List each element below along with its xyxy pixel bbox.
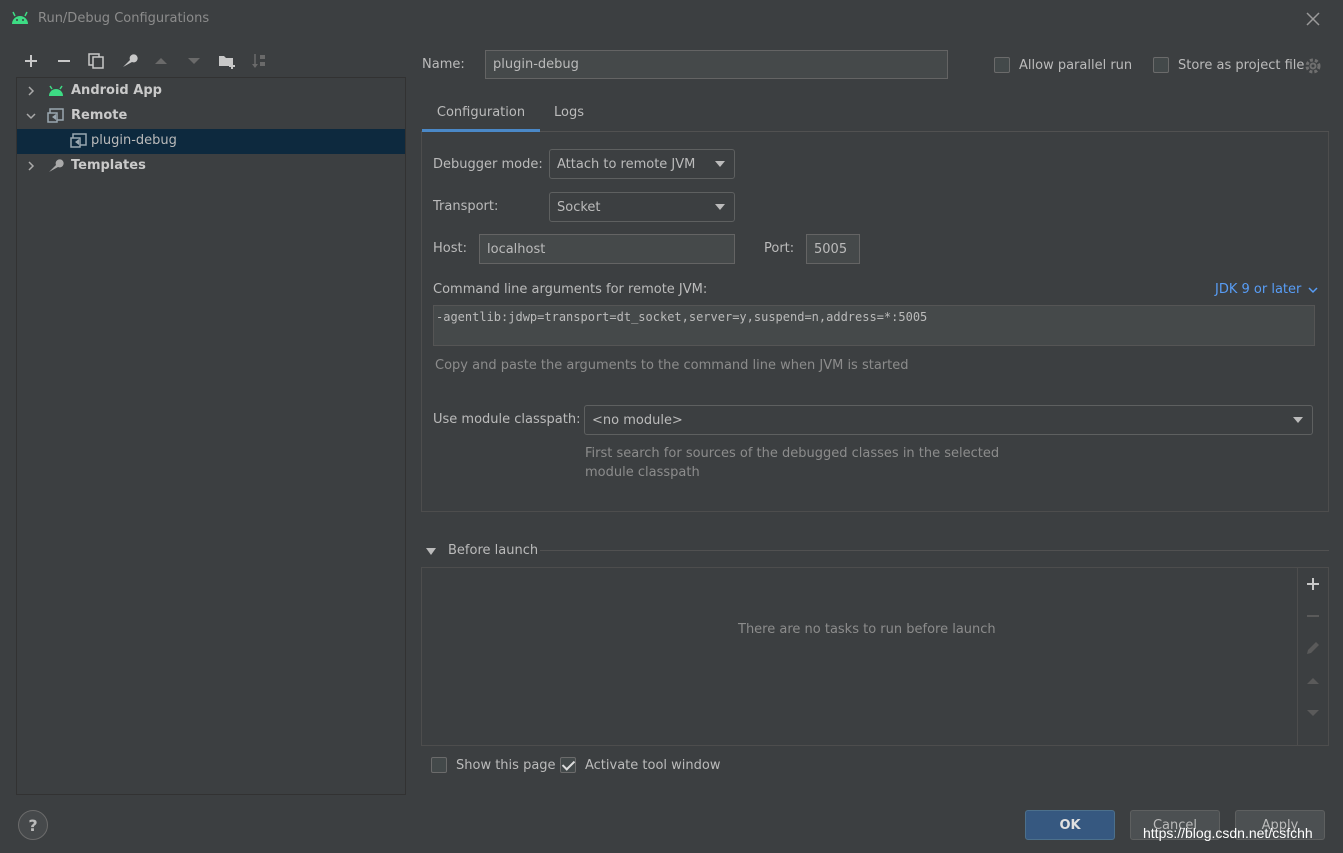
watermark-text: https://blog.csdn.net/csfchh (1143, 825, 1313, 841)
chevron-down-icon (715, 204, 725, 210)
edit-task-icon[interactable] (1304, 639, 1322, 657)
tree-item-label: Templates (71, 158, 146, 173)
ok-button[interactable]: OK (1025, 810, 1115, 840)
window-title: Run/Debug Configurations (38, 11, 210, 26)
new-folder-icon[interactable] (218, 52, 236, 70)
debugger-mode-select[interactable]: Attach to remote JVM (549, 149, 735, 179)
chevron-down-icon (1307, 286, 1318, 293)
chevron-down-icon (1293, 417, 1303, 423)
chevron-right-icon[interactable] (25, 85, 37, 97)
module-classpath-label: Use module classpath: (433, 412, 581, 427)
gear-icon[interactable] (1304, 57, 1322, 75)
port-input[interactable]: 5005 (806, 234, 860, 264)
cmdline-args-textarea[interactable]: -agentlib:jdwp=transport=dt_socket,serve… (433, 305, 1315, 346)
tab-configuration[interactable]: Configuration (422, 98, 540, 132)
android-icon (10, 10, 30, 26)
debugger-mode-label: Debugger mode: (433, 157, 543, 172)
tree-item-label: plugin-debug (91, 133, 177, 148)
transport-select[interactable]: Socket (549, 192, 735, 222)
module-hint-line-1: First search for sources of the debugged… (585, 446, 1000, 461)
store-project-label: Store as project file (1178, 58, 1305, 73)
allow-parallel-checkbox[interactable] (994, 57, 1010, 73)
close-icon[interactable] (1304, 10, 1322, 28)
before-launch-title[interactable]: Before launch (448, 543, 538, 558)
store-project-checkbox[interactable] (1153, 57, 1169, 73)
move-down-icon[interactable] (185, 52, 203, 70)
module-classpath-value: <no module> (592, 412, 683, 428)
port-label: Port: (764, 241, 795, 256)
add-task-icon[interactable] (1304, 575, 1322, 593)
move-task-down-icon[interactable] (1304, 704, 1322, 722)
remove-icon[interactable] (55, 52, 73, 70)
remove-task-icon[interactable] (1304, 607, 1322, 625)
name-label: Name: (422, 57, 465, 72)
host-input[interactable]: localhost (479, 234, 735, 264)
tree-item-templates[interactable]: Templates (17, 154, 405, 179)
add-icon[interactable] (22, 52, 40, 70)
chevron-down-icon (715, 161, 725, 167)
sort-icon[interactable] (250, 52, 268, 70)
help-button[interactable]: ? (18, 810, 48, 840)
before-launch-task-list[interactable] (421, 567, 1329, 746)
remote-debug-icon (70, 133, 88, 149)
module-classpath-select[interactable]: <no module> (584, 405, 1313, 435)
tree-item-label: Remote (71, 108, 128, 123)
chevron-right-icon[interactable] (25, 160, 37, 172)
remote-debug-icon (47, 108, 65, 124)
show-page-checkbox[interactable] (431, 757, 447, 773)
collapse-triangle-icon[interactable] (425, 546, 437, 556)
wrench-icon (47, 158, 65, 174)
activate-tool-window-checkbox[interactable] (560, 757, 576, 773)
name-input[interactable]: plugin-debug (485, 50, 948, 79)
allow-parallel-label: Allow parallel run (1019, 58, 1133, 73)
tree-item-android-app[interactable]: Android App (17, 79, 405, 104)
move-task-up-icon[interactable] (1304, 672, 1322, 690)
debugger-mode-value: Attach to remote JVM (557, 156, 696, 172)
copy-icon[interactable] (87, 52, 105, 70)
cmdline-hint: Copy and paste the arguments to the comm… (435, 358, 909, 373)
tree-item-label: Android App (71, 83, 162, 98)
chevron-down-icon[interactable] (25, 110, 37, 122)
show-page-label: Show this page (456, 758, 556, 773)
module-hint-line-2: module classpath (585, 465, 700, 480)
host-label: Host: (433, 241, 467, 256)
jdk-version-link[interactable]: JDK 9 or later (1215, 282, 1318, 297)
wrench-icon[interactable] (120, 52, 138, 70)
jdk-version-text: JDK 9 or later (1215, 282, 1302, 297)
cmdline-label: Command line arguments for remote JVM: (433, 282, 708, 297)
tree-item-remote[interactable]: Remote (17, 104, 405, 129)
transport-value: Socket (557, 199, 601, 215)
configuration-tree[interactable]: Android App Remote plugin-debug Template… (16, 77, 406, 795)
tab-logs[interactable]: Logs (545, 98, 593, 132)
before-launch-empty-text: There are no tasks to run before launch (738, 622, 996, 637)
activate-tool-window-label: Activate tool window (585, 758, 721, 773)
tree-item-plugin-debug[interactable]: plugin-debug (17, 129, 405, 154)
move-up-icon[interactable] (152, 52, 170, 70)
transport-label: Transport: (433, 199, 499, 214)
before-launch-divider (540, 550, 1329, 551)
android-icon (47, 83, 65, 99)
